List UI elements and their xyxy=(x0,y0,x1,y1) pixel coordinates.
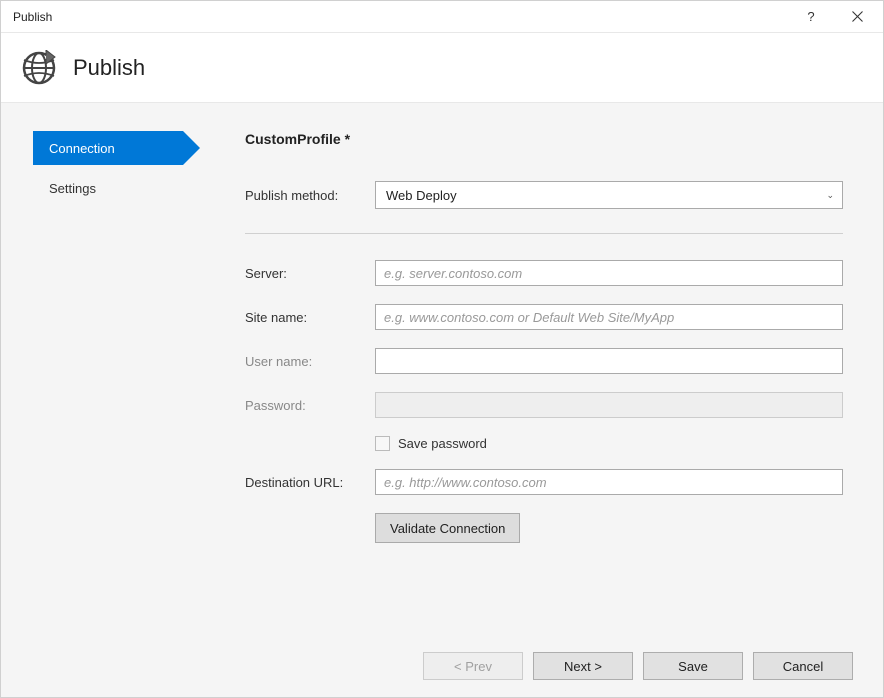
tab-label: Connection xyxy=(49,141,115,156)
row-validate: Validate Connection xyxy=(245,513,843,543)
site-name-input[interactable] xyxy=(375,304,843,330)
password-input xyxy=(375,392,843,418)
divider xyxy=(245,233,843,234)
content: Connection Settings CustomProfile * Publ… xyxy=(1,103,883,635)
user-name-input[interactable] xyxy=(375,348,843,374)
next-button[interactable]: Next > xyxy=(533,652,633,680)
select-value: Web Deploy xyxy=(386,188,826,203)
validate-connection-button[interactable]: Validate Connection xyxy=(375,513,520,543)
publish-globe-icon xyxy=(21,50,57,86)
save-button[interactable]: Save xyxy=(643,652,743,680)
publish-method-select[interactable]: Web Deploy ⌄ xyxy=(375,181,843,209)
close-icon xyxy=(852,11,863,22)
save-password-checkbox[interactable] xyxy=(375,436,390,451)
close-button[interactable] xyxy=(847,7,867,27)
form-area: CustomProfile * Publish method: Web Depl… xyxy=(201,103,883,635)
label-password: Password: xyxy=(245,398,375,413)
chevron-down-icon: ⌄ xyxy=(826,190,834,201)
prev-button: < Prev xyxy=(423,652,523,680)
tab-label: Settings xyxy=(49,181,96,196)
tab-settings[interactable]: Settings xyxy=(33,171,183,205)
destination-url-input[interactable] xyxy=(375,469,843,495)
profile-title: CustomProfile * xyxy=(245,131,843,147)
server-input[interactable] xyxy=(375,260,843,286)
label-user-name: User name: xyxy=(245,354,375,369)
sidebar: Connection Settings xyxy=(1,103,201,635)
label-site-name: Site name: xyxy=(245,310,375,325)
row-publish-method: Publish method: Web Deploy ⌄ xyxy=(245,181,843,209)
label-publish-method: Publish method: xyxy=(245,188,375,203)
row-save-password: Save password xyxy=(245,436,843,451)
row-destination-url: Destination URL: xyxy=(245,469,843,495)
help-button[interactable]: ? xyxy=(801,9,821,24)
titlebar-actions: ? xyxy=(801,7,867,27)
footer: < Prev Next > Save Cancel xyxy=(1,635,883,697)
window-title: Publish xyxy=(13,10,801,24)
tab-connection[interactable]: Connection xyxy=(33,131,183,165)
titlebar: Publish ? xyxy=(1,1,883,33)
page-title: Publish xyxy=(73,55,145,81)
header: Publish xyxy=(1,33,883,103)
label-save-password: Save password xyxy=(398,436,487,451)
row-site-name: Site name: xyxy=(245,304,843,330)
label-destination-url: Destination URL: xyxy=(245,475,375,490)
row-user-name: User name: xyxy=(245,348,843,374)
row-password: Password: xyxy=(245,392,843,418)
cancel-button[interactable]: Cancel xyxy=(753,652,853,680)
label-server: Server: xyxy=(245,266,375,281)
row-server: Server: xyxy=(245,260,843,286)
